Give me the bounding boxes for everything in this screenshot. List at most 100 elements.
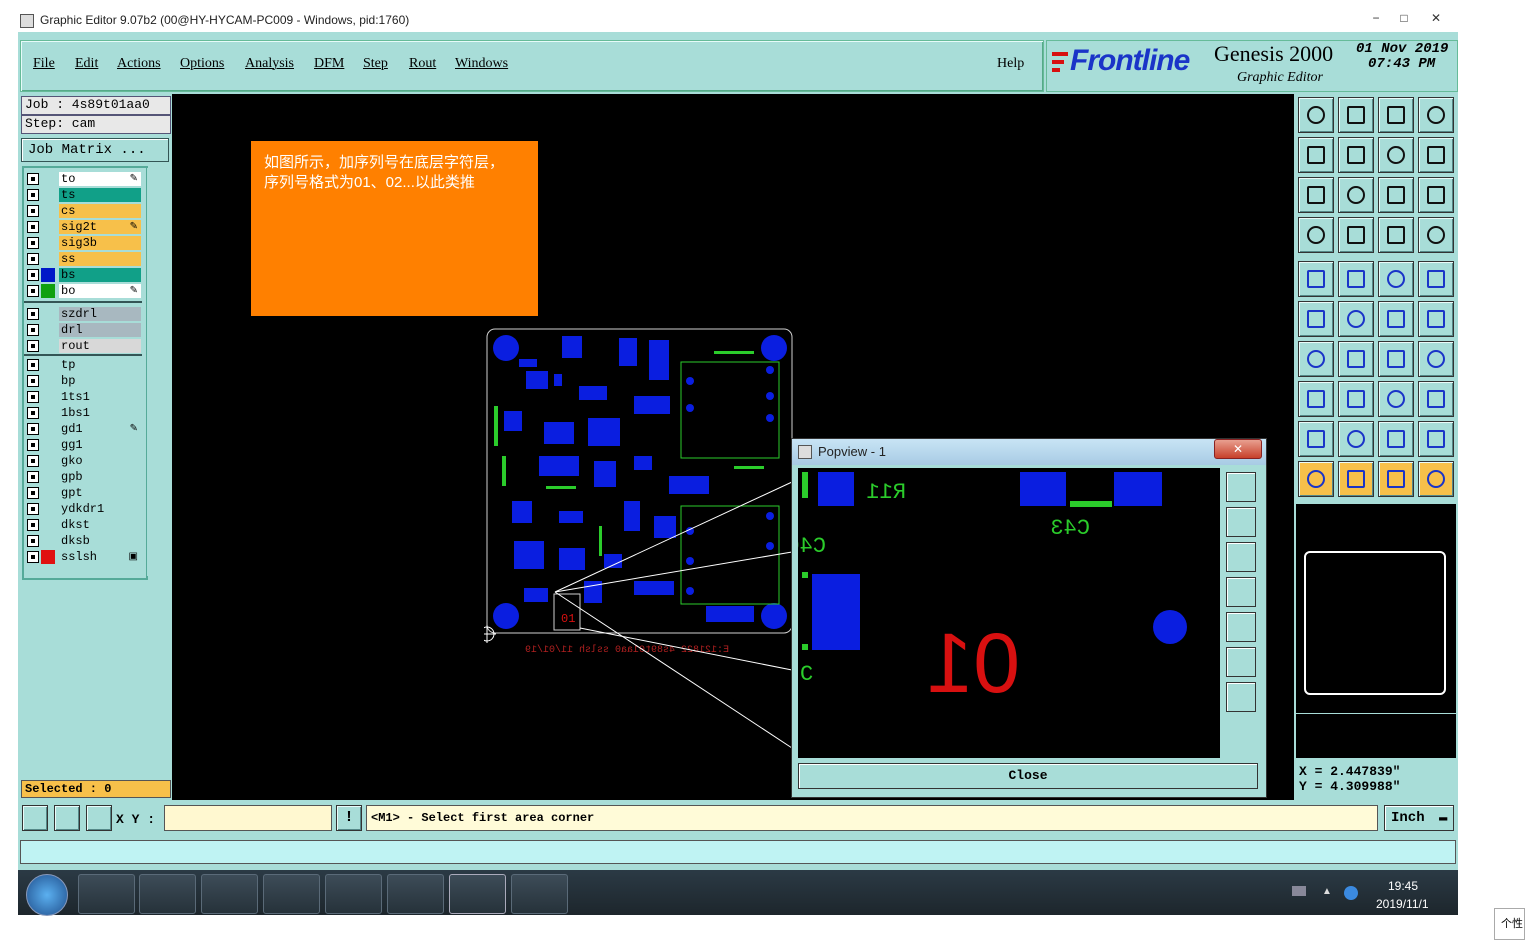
layer-row-ts[interactable]: ts	[25, 188, 141, 203]
layer-checkbox[interactable]	[27, 551, 39, 563]
layer-row-sig3b[interactable]: sig3b	[25, 236, 141, 251]
tray-app-icon[interactable]	[1344, 886, 1358, 900]
taskbar-editor-icon[interactable]	[449, 874, 506, 914]
layer-row-gd1[interactable]: gd1 ✎	[25, 422, 141, 437]
layer-name[interactable]: szdrl	[59, 307, 141, 321]
snap-grid-icon[interactable]	[22, 805, 48, 831]
layer-checkbox[interactable]	[27, 189, 39, 201]
keyboard-icon[interactable]	[1292, 886, 1306, 896]
menu-step[interactable]: Step	[363, 56, 388, 72]
layer-checkbox[interactable]	[27, 391, 39, 403]
layer-checkbox[interactable]	[27, 439, 39, 451]
job-matrix-button[interactable]: Job Matrix ...	[21, 138, 169, 162]
overview-window[interactable]	[1296, 545, 1456, 713]
layer-name[interactable]: 1ts1	[59, 390, 141, 404]
layer-name[interactable]: dksb	[59, 534, 141, 548]
layer-checkbox[interactable]	[27, 173, 39, 185]
layer-name[interactable]: cs	[59, 204, 141, 218]
close-window-button[interactable]: ✕	[1422, 10, 1450, 26]
layer-row-bo[interactable]: bo ✎	[25, 284, 141, 299]
layer-name[interactable]: tp	[59, 358, 141, 372]
home-icon[interactable]	[1378, 97, 1414, 133]
layer-checkbox[interactable]	[27, 205, 39, 217]
popview-zoom-in-icon[interactable]	[1226, 647, 1256, 677]
snap-center-icon[interactable]	[86, 805, 112, 831]
measure-icon[interactable]	[1298, 217, 1334, 253]
ruler-icon[interactable]	[1378, 261, 1414, 297]
minimize-button[interactable]: −	[1362, 10, 1390, 26]
help-icon[interactable]	[1418, 177, 1454, 213]
rotate-icon[interactable]	[1378, 137, 1414, 173]
copy-point-icon[interactable]	[1418, 301, 1454, 337]
layer-row-sig2t[interactable]: sig2t ✎	[25, 220, 141, 235]
tray-expand-icon[interactable]: ▲	[1322, 886, 1332, 897]
layer-checkbox[interactable]	[27, 308, 39, 320]
menu-options[interactable]: Options	[180, 56, 224, 72]
layer-row-szdrl[interactable]: szdrl	[25, 307, 141, 322]
layer-row-1bs1[interactable]: 1bs1	[25, 406, 141, 421]
connect-icon[interactable]	[1298, 301, 1334, 337]
layer-checkbox[interactable]	[27, 519, 39, 531]
triangle-edit-icon[interactable]	[1338, 421, 1374, 457]
cut-line-icon[interactable]	[1338, 381, 1374, 417]
save-job-icon[interactable]	[1338, 97, 1374, 133]
add-circle-icon[interactable]	[1418, 261, 1454, 297]
zoom-center-icon[interactable]	[1338, 177, 1374, 213]
menu-edit[interactable]: Edit	[75, 56, 98, 72]
menu-rout[interactable]: Rout	[409, 56, 436, 72]
layer-checkbox[interactable]	[27, 535, 39, 547]
layer-compare-icon[interactable]	[1378, 217, 1414, 253]
popview-pan-left-icon[interactable]	[1226, 577, 1256, 607]
layer-checkbox[interactable]	[27, 253, 39, 265]
select-net-icon[interactable]	[1418, 461, 1454, 497]
edit-line-icon[interactable]	[1338, 341, 1374, 377]
layer-row-to[interactable]: to ✎	[25, 172, 141, 187]
popview-close-button[interactable]: Close	[798, 763, 1258, 789]
layer-row-rout[interactable]: rout	[25, 339, 141, 354]
layer-row-bp[interactable]: bp	[25, 374, 141, 389]
layer-name[interactable]: gpt	[59, 486, 141, 500]
layer-checkbox[interactable]	[27, 471, 39, 483]
add-polygon-icon[interactable]	[1338, 261, 1374, 297]
menu-file[interactable]: File	[33, 56, 55, 72]
layer-name[interactable]: ts	[59, 188, 141, 202]
add-pad-icon[interactable]	[1298, 261, 1334, 297]
layer-row-gg1[interactable]: gg1	[25, 438, 141, 453]
popview-screen[interactable]: R11 C43 C40 C 01	[786, 468, 1220, 758]
popview-zoom-out-icon[interactable]	[1226, 682, 1256, 712]
layer-checkbox[interactable]	[27, 455, 39, 467]
layer-name[interactable]: gg1	[59, 438, 141, 452]
layer-row-1ts1[interactable]: 1ts1	[25, 390, 141, 405]
zoom-fit-icon[interactable]	[1298, 177, 1334, 213]
layer-name[interactable]: 1bs1	[59, 406, 141, 420]
xy-input[interactable]	[164, 805, 332, 831]
layer-row-ydkdr1[interactable]: ydkdr1	[25, 502, 141, 517]
flip-icon[interactable]	[1418, 341, 1454, 377]
menu-help[interactable]: Help	[997, 56, 1024, 72]
menu-actions[interactable]: Actions	[117, 56, 161, 72]
layer-row-bs[interactable]: bs	[25, 268, 141, 283]
popview-zoom-fit-icon[interactable]	[1226, 472, 1256, 502]
maximize-button[interactable]: □	[1390, 10, 1418, 26]
layer-row-gpb[interactable]: gpb	[25, 470, 141, 485]
fit-window-icon[interactable]	[1418, 97, 1454, 133]
layer-row-cs[interactable]: cs	[25, 204, 141, 219]
zoom-1-2-icon[interactable]	[1378, 177, 1414, 213]
grid-icon[interactable]	[1338, 217, 1374, 253]
layer-row-gpt[interactable]: gpt	[25, 486, 141, 501]
draw-line-icon[interactable]	[1298, 341, 1334, 377]
menu-windows[interactable]: Windows	[455, 56, 508, 72]
resize-icon[interactable]	[1378, 381, 1414, 417]
popview-pan-right-icon[interactable]	[1226, 612, 1256, 642]
layer-checkbox[interactable]	[27, 423, 39, 435]
taskbar-shell-icon[interactable]	[201, 874, 258, 914]
layer-checkbox[interactable]	[27, 237, 39, 249]
layer-row-drl[interactable]: drl	[25, 323, 141, 338]
layer-checkbox[interactable]	[27, 487, 39, 499]
select-point-icon[interactable]	[1378, 461, 1414, 497]
group-icon[interactable]	[1418, 381, 1454, 417]
popview-pan-down-icon[interactable]	[1226, 542, 1256, 572]
layer-name[interactable]: rout	[59, 339, 141, 353]
popview-close-icon[interactable]: ✕	[1214, 439, 1262, 459]
layer-row-ss[interactable]: ss	[25, 252, 141, 267]
